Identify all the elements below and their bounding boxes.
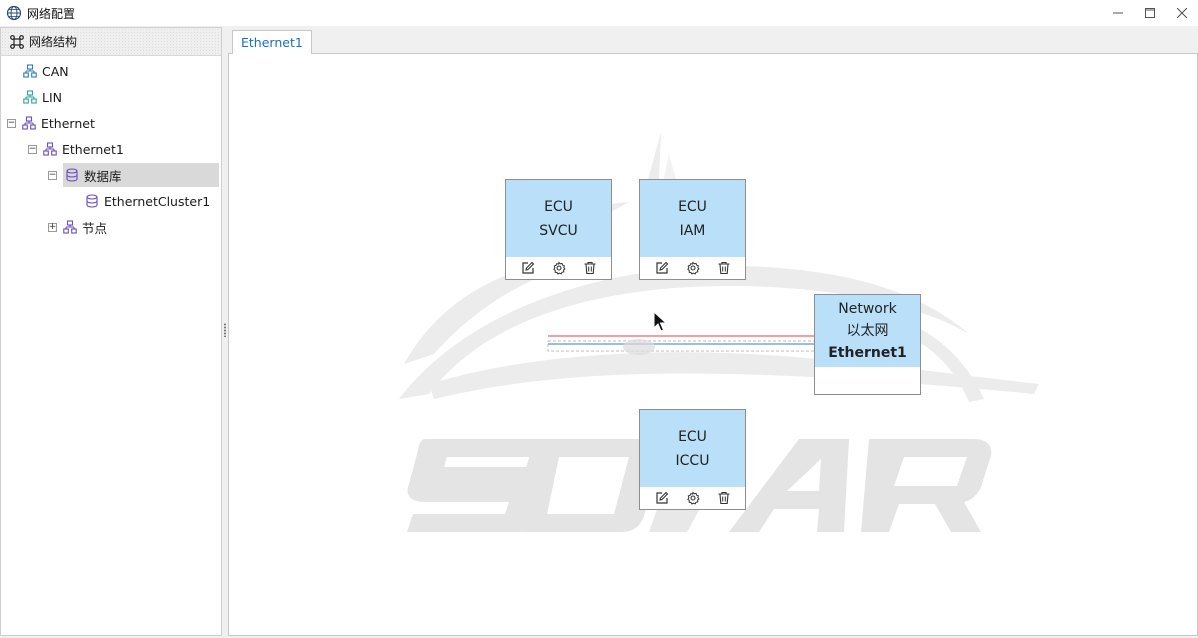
tree-item-ethernet[interactable]: − Ethernet: [7, 111, 219, 135]
tree-item-database[interactable]: − 数据库: [48, 163, 219, 187]
node-name: IAM: [679, 222, 706, 239]
window-title: 网络配置: [27, 6, 76, 21]
node-name: ICCU: [675, 452, 710, 469]
tree-item-ethernet-cluster1[interactable]: EthernetCluster1: [85, 189, 219, 213]
diagram-canvas[interactable]: ECU SVCU ECU IAM Network 以太网 Ethernet1 E…: [228, 54, 1198, 636]
node-name: SVCU: [539, 222, 578, 239]
globe-icon: [6, 5, 22, 21]
delete-icon[interactable]: [583, 261, 597, 275]
connector-handle[interactable]: [623, 339, 655, 355]
ecu-node-body[interactable]: ECU IAM: [640, 180, 745, 257]
tree-item-label: 数据库: [84, 168, 122, 184]
database-icon: [85, 194, 99, 208]
tree-item-label: Ethernet: [41, 115, 95, 131]
network-icon: [23, 90, 37, 104]
node-actions: [506, 257, 611, 279]
command-icon: [9, 34, 25, 50]
splitter-grip[interactable]: [224, 323, 226, 337]
tree-item-nodes[interactable]: + 节点: [48, 215, 219, 239]
edit-icon[interactable]: [655, 491, 669, 505]
database-icon: [65, 168, 79, 182]
tree-item-can[interactable]: CAN: [23, 59, 219, 83]
close-button[interactable]: [1166, 0, 1198, 26]
edit-icon[interactable]: [521, 261, 535, 275]
ecu-node-svcu[interactable]: ECU SVCU: [505, 179, 612, 280]
edit-icon[interactable]: [655, 261, 669, 275]
ecu-node-iam[interactable]: ECU IAM: [639, 179, 746, 280]
collapse-icon[interactable]: −: [48, 170, 57, 180]
delete-icon[interactable]: [717, 261, 731, 275]
maximize-button[interactable]: [1134, 0, 1166, 26]
tree-item-label: LIN: [42, 89, 63, 105]
minimize-icon: [1113, 12, 1123, 14]
network-icon: [23, 64, 37, 78]
tree-item-ethernet1[interactable]: − Ethernet1: [28, 137, 219, 161]
expand-icon[interactable]: +: [48, 222, 57, 232]
node-type: ECU: [678, 428, 707, 445]
panel-title: 网络结构: [29, 35, 78, 49]
network-structure-panel: 网络结构 CAN LIN − Ethernet − Ethernet1 − 数据…: [0, 27, 222, 636]
settings-icon[interactable]: [552, 261, 566, 275]
delete-icon[interactable]: [717, 491, 731, 505]
tree-item-label: EthernetCluster1: [104, 193, 211, 209]
ecu-node-body[interactable]: ECU SVCU: [506, 180, 611, 257]
collapse-icon[interactable]: −: [28, 144, 37, 154]
settings-icon[interactable]: [686, 491, 700, 505]
network-name: Ethernet1: [828, 345, 907, 361]
tree-item-database-selection[interactable]: 数据库: [63, 163, 219, 187]
node-type: ECU: [678, 198, 707, 215]
minimize-button[interactable]: [1102, 0, 1134, 26]
tree-item-label: CAN: [42, 63, 69, 79]
panel-header: 网络结构: [1, 28, 221, 56]
mouse-cursor-icon: [653, 311, 667, 332]
connector-layer: [547, 335, 817, 355]
network-icon: [22, 116, 36, 130]
tree-item-label: Ethernet1: [62, 141, 124, 157]
ecu-node-body[interactable]: ECU ICCU: [640, 410, 745, 487]
network-icon: [63, 220, 77, 234]
tree-item-label: 节点: [82, 220, 108, 236]
settings-icon[interactable]: [686, 261, 700, 275]
network-subtitle: 以太网: [846, 323, 889, 339]
network-node-ethernet1[interactable]: Network 以太网 Ethernet1: [814, 294, 921, 395]
connector-selection-box: [547, 340, 817, 352]
ecu-node-iccu[interactable]: ECU ICCU: [639, 409, 746, 510]
tab-ethernet1[interactable]: Ethernet1: [232, 30, 312, 55]
title-bar: 网络配置: [0, 0, 1198, 26]
node-actions: [640, 487, 745, 509]
node-actions: [640, 257, 745, 279]
main-area: Ethernet1 ECU SVCU ECU IAM Network 以太网 E…: [228, 27, 1198, 636]
network-type: Network: [838, 301, 897, 317]
maximize-icon: [1145, 8, 1155, 18]
tab-bar: Ethernet1: [228, 27, 1198, 55]
tree-item-lin[interactable]: LIN: [23, 85, 219, 109]
node-type: ECU: [544, 198, 573, 215]
close-icon: [1177, 8, 1187, 18]
network-node-body[interactable]: Network 以太网 Ethernet1: [815, 295, 920, 367]
collapse-icon[interactable]: −: [7, 118, 16, 128]
network-icon: [43, 142, 57, 156]
